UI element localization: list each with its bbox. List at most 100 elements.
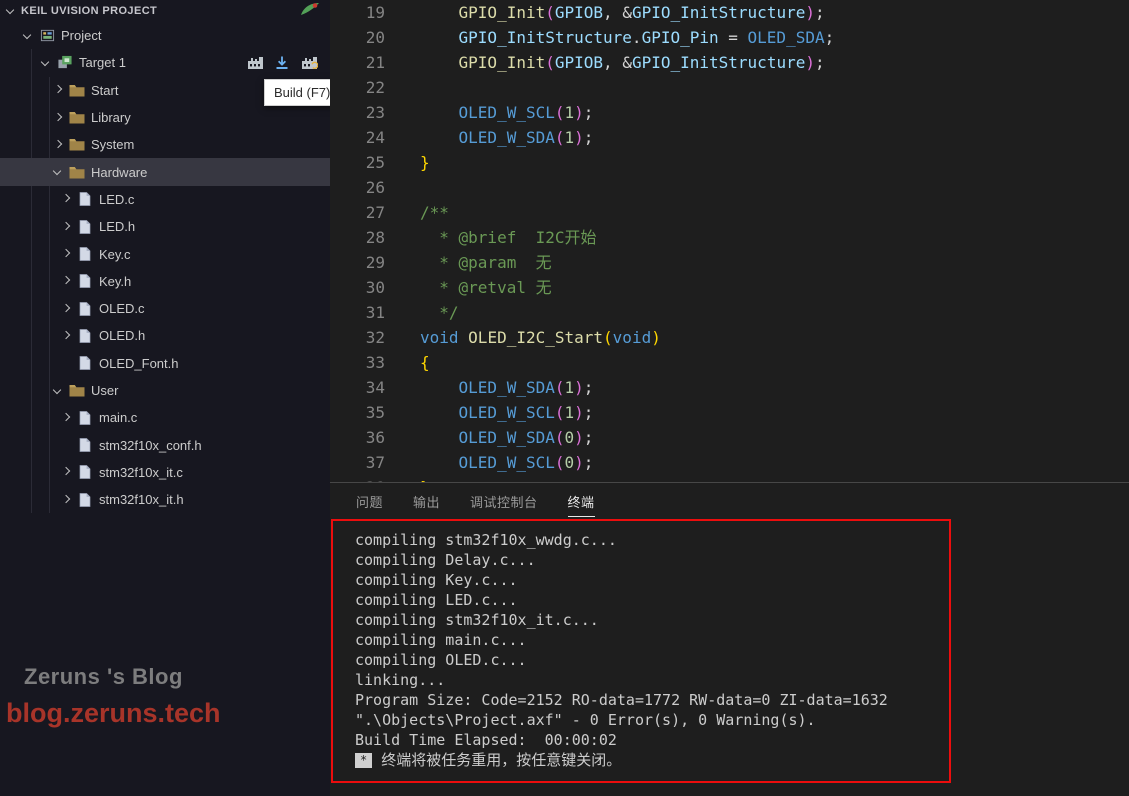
tree-item-target-1[interactable]: Target 1 — [0, 49, 330, 76]
terminal-line: compiling main.c... — [355, 630, 1129, 650]
code-line[interactable]: OLED_W_SDA(0); — [420, 425, 834, 450]
code-line[interactable]: } — [420, 475, 834, 482]
line-number: 38 — [330, 475, 385, 482]
section-title: KEIL UVISION PROJECT — [21, 5, 157, 17]
build-icon[interactable] — [246, 55, 264, 71]
tree-item-label: Project — [61, 28, 101, 43]
tree-item-main-c[interactable]: main.c — [0, 404, 330, 431]
tree-item-label: OLED.c — [99, 301, 145, 316]
file-icon — [74, 273, 96, 289]
chevron-right-icon[interactable] — [58, 492, 74, 508]
line-number: 25 — [330, 150, 385, 175]
tree-item-stm32f10x-it-c[interactable]: stm32f10x_it.c — [0, 459, 330, 486]
tree-item-library[interactable]: Library — [0, 104, 330, 131]
keil-extension-icon[interactable] — [300, 2, 322, 18]
tree-item-hardware[interactable]: Hardware — [0, 158, 330, 185]
terminal-output[interactable]: compiling stm32f10x_wwdg.c...compiling D… — [330, 523, 1129, 770]
code-line[interactable]: * @retval 无 — [420, 275, 834, 300]
panel-tab-problems[interactable]: 问题 — [356, 492, 383, 517]
tree-item-label: LED.h — [99, 219, 135, 234]
line-number: 24 — [330, 125, 385, 150]
tree-item-oled-h[interactable]: OLED.h — [0, 322, 330, 349]
code-editor[interactable]: 1920212223242526272829303132333435363738… — [330, 0, 1129, 482]
panel-tab-output[interactable]: 输出 — [413, 492, 440, 517]
tree-item-user[interactable]: User — [0, 377, 330, 404]
tree-item-system[interactable]: System — [0, 131, 330, 158]
line-number: 28 — [330, 225, 385, 250]
terminal-line: linking... — [355, 670, 1129, 690]
file-icon — [74, 328, 96, 344]
tree-item-label: Key.h — [99, 274, 131, 289]
tree-item-led-c[interactable]: LED.c — [0, 186, 330, 213]
chevron-right-icon[interactable] — [58, 328, 74, 344]
chevron-spacer — [58, 437, 74, 453]
tree-item-label: System — [91, 137, 134, 152]
chevron-down-icon[interactable] — [50, 164, 66, 180]
tree-item-oled-font-h[interactable]: OLED_Font.h — [0, 350, 330, 377]
code-line[interactable]: { — [420, 350, 834, 375]
chevron-right-icon[interactable] — [50, 137, 66, 153]
tree-item-key-h[interactable]: Key.h — [0, 268, 330, 295]
tree-item-label: Start — [91, 83, 118, 98]
tree-item-stm32f10x-conf-h[interactable]: stm32f10x_conf.h — [0, 431, 330, 458]
chevron-right-icon[interactable] — [58, 301, 74, 317]
chevron-right-icon[interactable] — [50, 82, 66, 98]
terminal-relaunch-notice: *终端将被任务重用，按任意键关闭。 — [355, 750, 1129, 770]
code-line[interactable] — [420, 175, 834, 200]
line-number: 29 — [330, 250, 385, 275]
folder-icon — [66, 110, 88, 126]
panel-tabs: 问题 输出 调试控制台 终端 — [330, 483, 1129, 523]
code-line[interactable]: * @param 无 — [420, 250, 834, 275]
code-line[interactable]: OLED_W_SCL(1); — [420, 100, 834, 125]
chevron-down-icon[interactable] — [50, 383, 66, 399]
tree-item-led-h[interactable]: LED.h — [0, 213, 330, 240]
line-number: 32 — [330, 325, 385, 350]
code-line[interactable]: GPIO_InitStructure.GPIO_Pin = OLED_SDA; — [420, 25, 834, 50]
code-line[interactable]: void OLED_I2C_Start(void) — [420, 325, 834, 350]
code-line[interactable]: GPIO_Init(GPIOB, &GPIO_InitStructure); — [420, 50, 834, 75]
code-line[interactable]: OLED_W_SCL(1); — [420, 400, 834, 425]
line-number: 34 — [330, 375, 385, 400]
tree-item-key-c[interactable]: Key.c — [0, 240, 330, 267]
terminal-notice-text: 终端将被任务重用，按任意键关闭。 — [381, 750, 621, 770]
rebuild-icon[interactable] — [300, 55, 318, 71]
terminal-line: compiling LED.c... — [355, 590, 1129, 610]
terminal-line: compiling Delay.c... — [355, 550, 1129, 570]
chevron-right-icon[interactable] — [50, 110, 66, 126]
code-line[interactable]: OLED_W_SCL(0); — [420, 450, 834, 475]
terminal-line: compiling stm32f10x_it.c... — [355, 610, 1129, 630]
code-line[interactable]: GPIO_Init(GPIOB, &GPIO_InitStructure); — [420, 0, 834, 25]
download-icon[interactable] — [273, 55, 291, 71]
chevron-right-icon[interactable] — [58, 273, 74, 289]
folder-icon — [66, 164, 88, 180]
code-line[interactable]: */ — [420, 300, 834, 325]
tree-item-project[interactable]: Project — [0, 22, 330, 49]
file-icon — [74, 355, 96, 371]
code-line[interactable]: /** — [420, 200, 834, 225]
tree-item-stm32f10x-it-h[interactable]: stm32f10x_it.h — [0, 486, 330, 513]
panel-tab-terminal[interactable]: 终端 — [568, 492, 595, 517]
chevron-right-icon[interactable] — [58, 219, 74, 235]
vscode-window: KEIL UVISION PROJECT Project Target 1 Star… — [0, 0, 1129, 796]
project-icon — [36, 28, 58, 44]
explorer-section-header[interactable]: KEIL UVISION PROJECT — [0, 0, 330, 22]
chevron-right-icon[interactable] — [58, 410, 74, 426]
code-line[interactable]: } — [420, 150, 834, 175]
code-line[interactable]: OLED_W_SDA(1); — [420, 125, 834, 150]
panel-tab-debug-console[interactable]: 调试控制台 — [470, 492, 538, 517]
chevron-right-icon[interactable] — [58, 464, 74, 480]
build-tooltip: Build (F7) — [264, 79, 330, 106]
sidebar: KEIL UVISION PROJECT Project Target 1 Star… — [0, 0, 330, 796]
chevron-down-icon[interactable] — [38, 55, 54, 71]
file-icon — [74, 410, 96, 426]
chevron-right-icon[interactable] — [58, 246, 74, 262]
chevron-down-icon[interactable] — [3, 3, 19, 19]
code-line[interactable]: * @brief I2C开始 — [420, 225, 834, 250]
tree-item-oled-c[interactable]: OLED.c — [0, 295, 330, 322]
code-line[interactable] — [420, 75, 834, 100]
tree-item-label: stm32f10x_conf.h — [99, 438, 202, 453]
code-line[interactable]: OLED_W_SDA(1); — [420, 375, 834, 400]
chevron-right-icon[interactable] — [58, 191, 74, 207]
chevron-down-icon[interactable] — [20, 28, 36, 44]
line-number: 21 — [330, 50, 385, 75]
